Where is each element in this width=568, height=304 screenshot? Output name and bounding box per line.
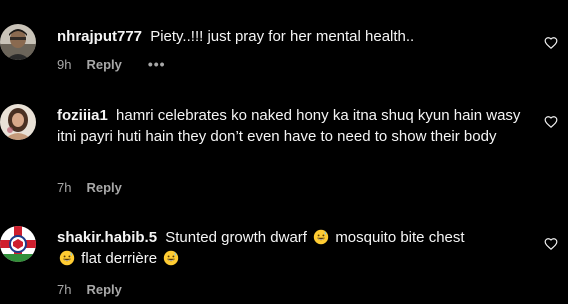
comment-body: foziiia1 hamri celebrates ko naked hony …: [57, 105, 528, 147]
comment-time: 7h: [57, 180, 72, 195]
heart-icon[interactable]: [544, 115, 558, 129]
heart-icon[interactable]: [544, 36, 558, 50]
avatar[interactable]: [0, 226, 36, 262]
comment-text: Piety..!!! just pray for her mental heal…: [150, 28, 415, 45]
reply-button[interactable]: Reply: [86, 57, 121, 72]
comment-meta: 7h Reply: [57, 282, 122, 297]
comment-time: 7h: [57, 282, 72, 297]
comment-username[interactable]: shakir.habib.5: [57, 229, 157, 246]
avatar[interactable]: [0, 104, 36, 140]
comment-text-part: flat derrière: [81, 250, 158, 267]
reply-button[interactable]: Reply: [86, 180, 121, 195]
comment-text-part: Stunted growth dwarf: [165, 229, 307, 246]
avatar[interactable]: [0, 24, 36, 60]
comment-username[interactable]: nhrajput777: [57, 28, 142, 45]
comment-time: 9h: [57, 57, 72, 72]
grinning-sweat-emoji-icon: [164, 250, 179, 266]
comment-meta: 7h Reply: [57, 180, 122, 195]
comment-body: shakir.habib.5 Stunted growth dwarf mosq…: [57, 227, 528, 269]
user-avatar-man-icon: [0, 24, 36, 60]
grinning-sweat-emoji-icon: [313, 229, 329, 245]
grinning-sweat-emoji-icon: [59, 250, 75, 266]
comment-body: nhrajput777 Piety..!!! just pray for her…: [57, 26, 528, 47]
comment-meta: 9h Reply •••: [57, 57, 166, 72]
comment-username[interactable]: foziiia1: [57, 107, 108, 124]
more-options-icon[interactable]: •••: [148, 57, 166, 71]
comment-text: hamri celebrates ko naked hony ka itna s…: [57, 107, 521, 145]
user-avatar-woman-icon: [0, 104, 36, 140]
heart-icon[interactable]: [544, 237, 558, 251]
reply-button[interactable]: Reply: [86, 282, 121, 297]
user-avatar-england-flag-icon: [0, 226, 36, 262]
comment-text-part: mosquito bite chest: [335, 229, 465, 246]
